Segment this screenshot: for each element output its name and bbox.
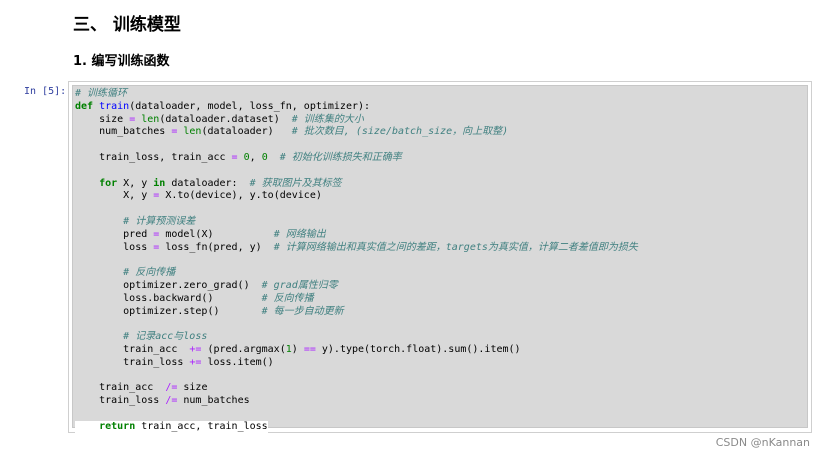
cell-prompt: In [5]: — [24, 86, 67, 97]
code-token: /= — [165, 382, 178, 394]
code-token: , — [249, 151, 262, 163]
code-token: len — [141, 113, 160, 125]
code-line: X, y = X.to(device), y.to(device) — [75, 190, 638, 203]
code-token: for — [99, 177, 118, 189]
code-line: train_loss += loss.item() — [75, 357, 638, 370]
code-token: num_batches — [75, 126, 172, 138]
code-line: size = len(dataloader.dataset) # 训练集的大小 — [75, 114, 638, 127]
code-token: ) — [291, 343, 304, 355]
code-line: optimizer.step() # 每一步自动更新 — [75, 306, 638, 319]
code-comment: # 计算预测误差 — [123, 215, 196, 227]
code-token: dataloader: — [165, 177, 250, 189]
code-token: train_loss, train_acc — [75, 151, 232, 163]
code-line: num_batches = len(dataloader) # 批次数目, (s… — [75, 126, 638, 139]
code-token: pred — [75, 228, 154, 240]
code-token: X, y — [75, 190, 154, 202]
code-comment: # 反向传播 — [261, 292, 314, 304]
code-token: train_loss — [75, 356, 190, 368]
code-token: /= — [165, 395, 178, 407]
code-token: (dataloader.dataset) — [159, 113, 292, 125]
code-token: optimizer.step() — [75, 305, 262, 317]
code-token: (pred.argmax( — [201, 343, 286, 355]
code-line: for X, y in dataloader: # 获取图片及其标签 — [75, 178, 638, 191]
code-token: X, y — [117, 177, 154, 189]
code-token: train_acc, train_loss — [135, 420, 268, 432]
code-line: train_loss /= num_batches — [75, 395, 638, 408]
code-token: (dataloader) — [201, 126, 292, 138]
code-token: size — [177, 382, 208, 394]
code-token: y).type(torch.float).sum().item() — [315, 343, 521, 355]
code-token: optimizer.zero_grad() — [75, 279, 262, 291]
watermark: CSDN @nKannan — [715, 436, 810, 449]
code-token: loss.item() — [201, 356, 274, 368]
code-token: += — [189, 343, 202, 355]
code-line: loss = loss_fn(pred, y) # 计算网络输出和真实值之间的差… — [75, 242, 638, 255]
code-line: train_acc /= size — [75, 382, 638, 395]
code-token: in — [153, 177, 166, 189]
code-comment: # 网络输出 — [273, 228, 326, 240]
code-token: loss — [75, 241, 154, 253]
code-comment: # 每一步自动更新 — [261, 305, 344, 317]
code-comment: # 计算网络输出和真实值之间的差距，targets为真实值，计算二者差值即为损失 — [273, 241, 638, 253]
code-token: model(X) — [159, 228, 274, 240]
code-token: num_batches — [177, 395, 250, 407]
section-heading: 三、 训练模型 — [73, 15, 181, 35]
code-token: X.to(device), y.to(device) — [159, 190, 322, 202]
subsection-heading: 1. 编写训练函数 — [73, 54, 170, 69]
code-comment: # grad属性归零 — [261, 279, 338, 291]
code-line: loss.backward() # 反向传播 — [75, 293, 638, 306]
code-token: train_loss — [75, 395, 166, 407]
code-line: train_loss, train_acc = 0, 0 # 初始化训练损失和正… — [75, 152, 638, 165]
code-comment: # 训练循环 — [75, 88, 128, 99]
code-token: size — [75, 113, 130, 125]
code-line: return train_acc, train_loss — [75, 420, 638, 434]
code-token: train — [99, 100, 130, 112]
code-comment: # 记录acc与loss — [123, 331, 208, 343]
code-editor[interactable]: # 训练循环 def train(dataloader, model, loss_… — [72, 85, 808, 434]
code-token: (dataloader, model, loss_fn, optimizer): — [129, 100, 371, 112]
code-token: train_acc — [75, 382, 166, 394]
code-line: # 反向传播 — [75, 267, 638, 280]
code-token: loss.backward() — [75, 292, 262, 304]
code-line: pred = model(X) # 网络输出 — [75, 229, 638, 242]
code-token: def — [75, 100, 94, 112]
code-comment: # 获取图片及其标签 — [249, 177, 342, 189]
code-token: == — [303, 343, 316, 355]
code-comment: # 训练集的大小 — [291, 113, 364, 125]
code-line: train_acc += (pred.argmax(1) == y).type(… — [75, 344, 638, 357]
code-line: def train(dataloader, model, loss_fn, op… — [75, 101, 638, 114]
code-token: return — [99, 420, 136, 432]
code-comment: # 初始化训练损失和正确率 — [279, 151, 402, 163]
code-token: += — [189, 356, 202, 368]
code-token: len — [183, 126, 202, 138]
code-line: # 训练循环 — [75, 88, 638, 101]
code-line: # 记录acc与loss — [75, 331, 638, 344]
code-comment: # 反向传播 — [123, 267, 176, 279]
code-line: optimizer.zero_grad() # grad属性归零 — [75, 280, 638, 293]
code-comment: # 批次数目, (size/batch_size，向上取整) — [291, 126, 509, 138]
code-token: train_acc — [75, 343, 190, 355]
code-line: # 计算预测误差 — [75, 216, 638, 229]
code-token: loss_fn(pred, y) — [159, 241, 274, 253]
code-cell[interactable]: # 训练循环 def train(dataloader, model, loss_… — [68, 81, 812, 434]
code-block[interactable]: # 训练循环 def train(dataloader, model, loss_… — [75, 88, 638, 434]
